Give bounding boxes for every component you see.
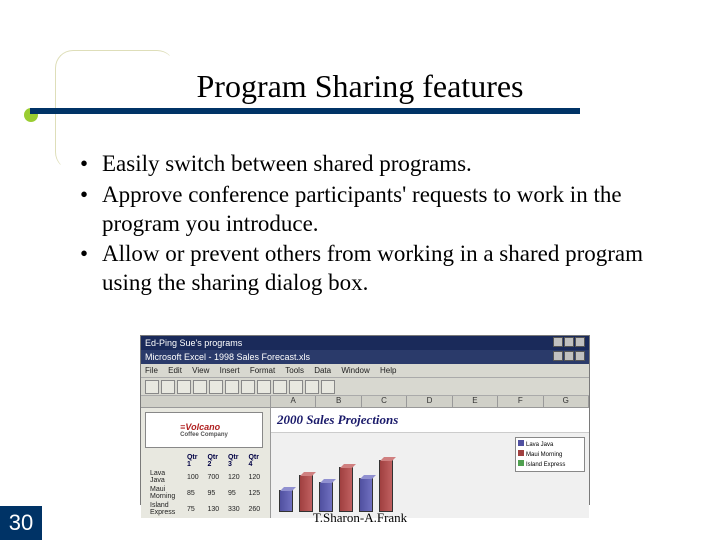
spreadsheet-right: 2000 Sales Projections Lava Java Maui Mo… — [271, 408, 589, 518]
data-table: Qtr 1 Qtr 2 Qtr 3 Qtr 4 Lava Java 100 70… — [145, 452, 266, 518]
toolbar-icon — [225, 380, 239, 394]
table-row: Maui Morning 85 95 95 125 — [147, 486, 264, 500]
chart-bar — [379, 460, 393, 513]
bullet-item: Approve conference participants' request… — [80, 181, 670, 239]
toolbar-icon — [241, 380, 255, 394]
brand-card: ≡Volcano Coffee Company — [145, 412, 263, 448]
col-header: D — [407, 396, 452, 407]
menu-item: Help — [380, 366, 396, 375]
footer-credit: T.Sharon-A.Frank — [0, 510, 720, 526]
bullet-item: Easily switch between shared programs. — [80, 150, 670, 179]
spreadsheet-left: ≡Volcano Coffee Company Qtr 1 Qtr 2 Qtr … — [141, 408, 271, 518]
col-header: F — [498, 396, 543, 407]
table-row: Lava Java 100 700 120 120 — [147, 470, 264, 484]
chart-title: 2000 Sales Projections — [271, 408, 589, 432]
col-header: E — [453, 396, 498, 407]
title-underline — [30, 108, 580, 114]
chart-bar — [299, 475, 313, 513]
app-window-controls — [552, 351, 585, 363]
menu-bar: File Edit View Insert Format Tools Data … — [141, 364, 589, 378]
col-header: A — [271, 396, 316, 407]
col-header: B — [316, 396, 361, 407]
chart-bar — [359, 478, 373, 512]
bullet-list: Easily switch between shared programs. A… — [80, 150, 670, 300]
app-titlebar: Microsoft Excel - 1998 Sales Forecast.xl… — [141, 350, 589, 364]
toolbar-icon — [193, 380, 207, 394]
toolbar — [141, 378, 589, 396]
toolbar-icon — [161, 380, 175, 394]
slide-title-wrap: Program Sharing features — [0, 68, 720, 105]
app-title: Microsoft Excel - 1998 Sales Forecast.xl… — [145, 352, 310, 362]
menu-item: File — [145, 366, 158, 375]
menu-item: Format — [250, 366, 275, 375]
toolbar-icon — [209, 380, 223, 394]
toolbar-icon — [273, 380, 287, 394]
window-controls — [552, 337, 585, 349]
legend-item: Maui Morning — [518, 450, 582, 460]
legend-item: Island Express — [518, 460, 582, 470]
brand-sub: Coffee Company — [180, 432, 228, 438]
chart-bar — [279, 490, 293, 513]
toolbar-icon — [177, 380, 191, 394]
toolbar-icon — [145, 380, 159, 394]
spreadsheet-col-headers: A B C D E F G — [141, 396, 589, 408]
col-header: C — [362, 396, 407, 407]
embedded-screenshot: Ed-Ping Sue's programs Microsoft Excel -… — [140, 335, 590, 505]
menu-item: View — [192, 366, 209, 375]
menu-item: Window — [341, 366, 369, 375]
chart-bar — [319, 482, 333, 512]
col-header: G — [544, 396, 589, 407]
toolbar-icon — [321, 380, 335, 394]
brand-name: ≡Volcano — [180, 422, 220, 432]
slide-title: Program Sharing features — [196, 68, 523, 104]
menu-item: Edit — [168, 366, 182, 375]
page-number: 30 — [0, 506, 42, 540]
chart-bar — [339, 467, 353, 512]
legend-item: Lava Java — [518, 440, 582, 450]
menu-item: Insert — [220, 366, 240, 375]
toolbar-icon — [257, 380, 271, 394]
menu-item: Data — [314, 366, 331, 375]
toolbar-icon — [305, 380, 319, 394]
window-titlebar: Ed-Ping Sue's programs — [141, 336, 589, 350]
bar-chart: Lava Java Maui Morning Island Express — [271, 432, 589, 518]
menu-item: Tools — [285, 366, 304, 375]
chart-legend: Lava Java Maui Morning Island Express — [515, 437, 585, 472]
window-title: Ed-Ping Sue's programs — [145, 338, 242, 348]
bullet-item: Allow or prevent others from working in … — [80, 240, 670, 298]
toolbar-icon — [289, 380, 303, 394]
